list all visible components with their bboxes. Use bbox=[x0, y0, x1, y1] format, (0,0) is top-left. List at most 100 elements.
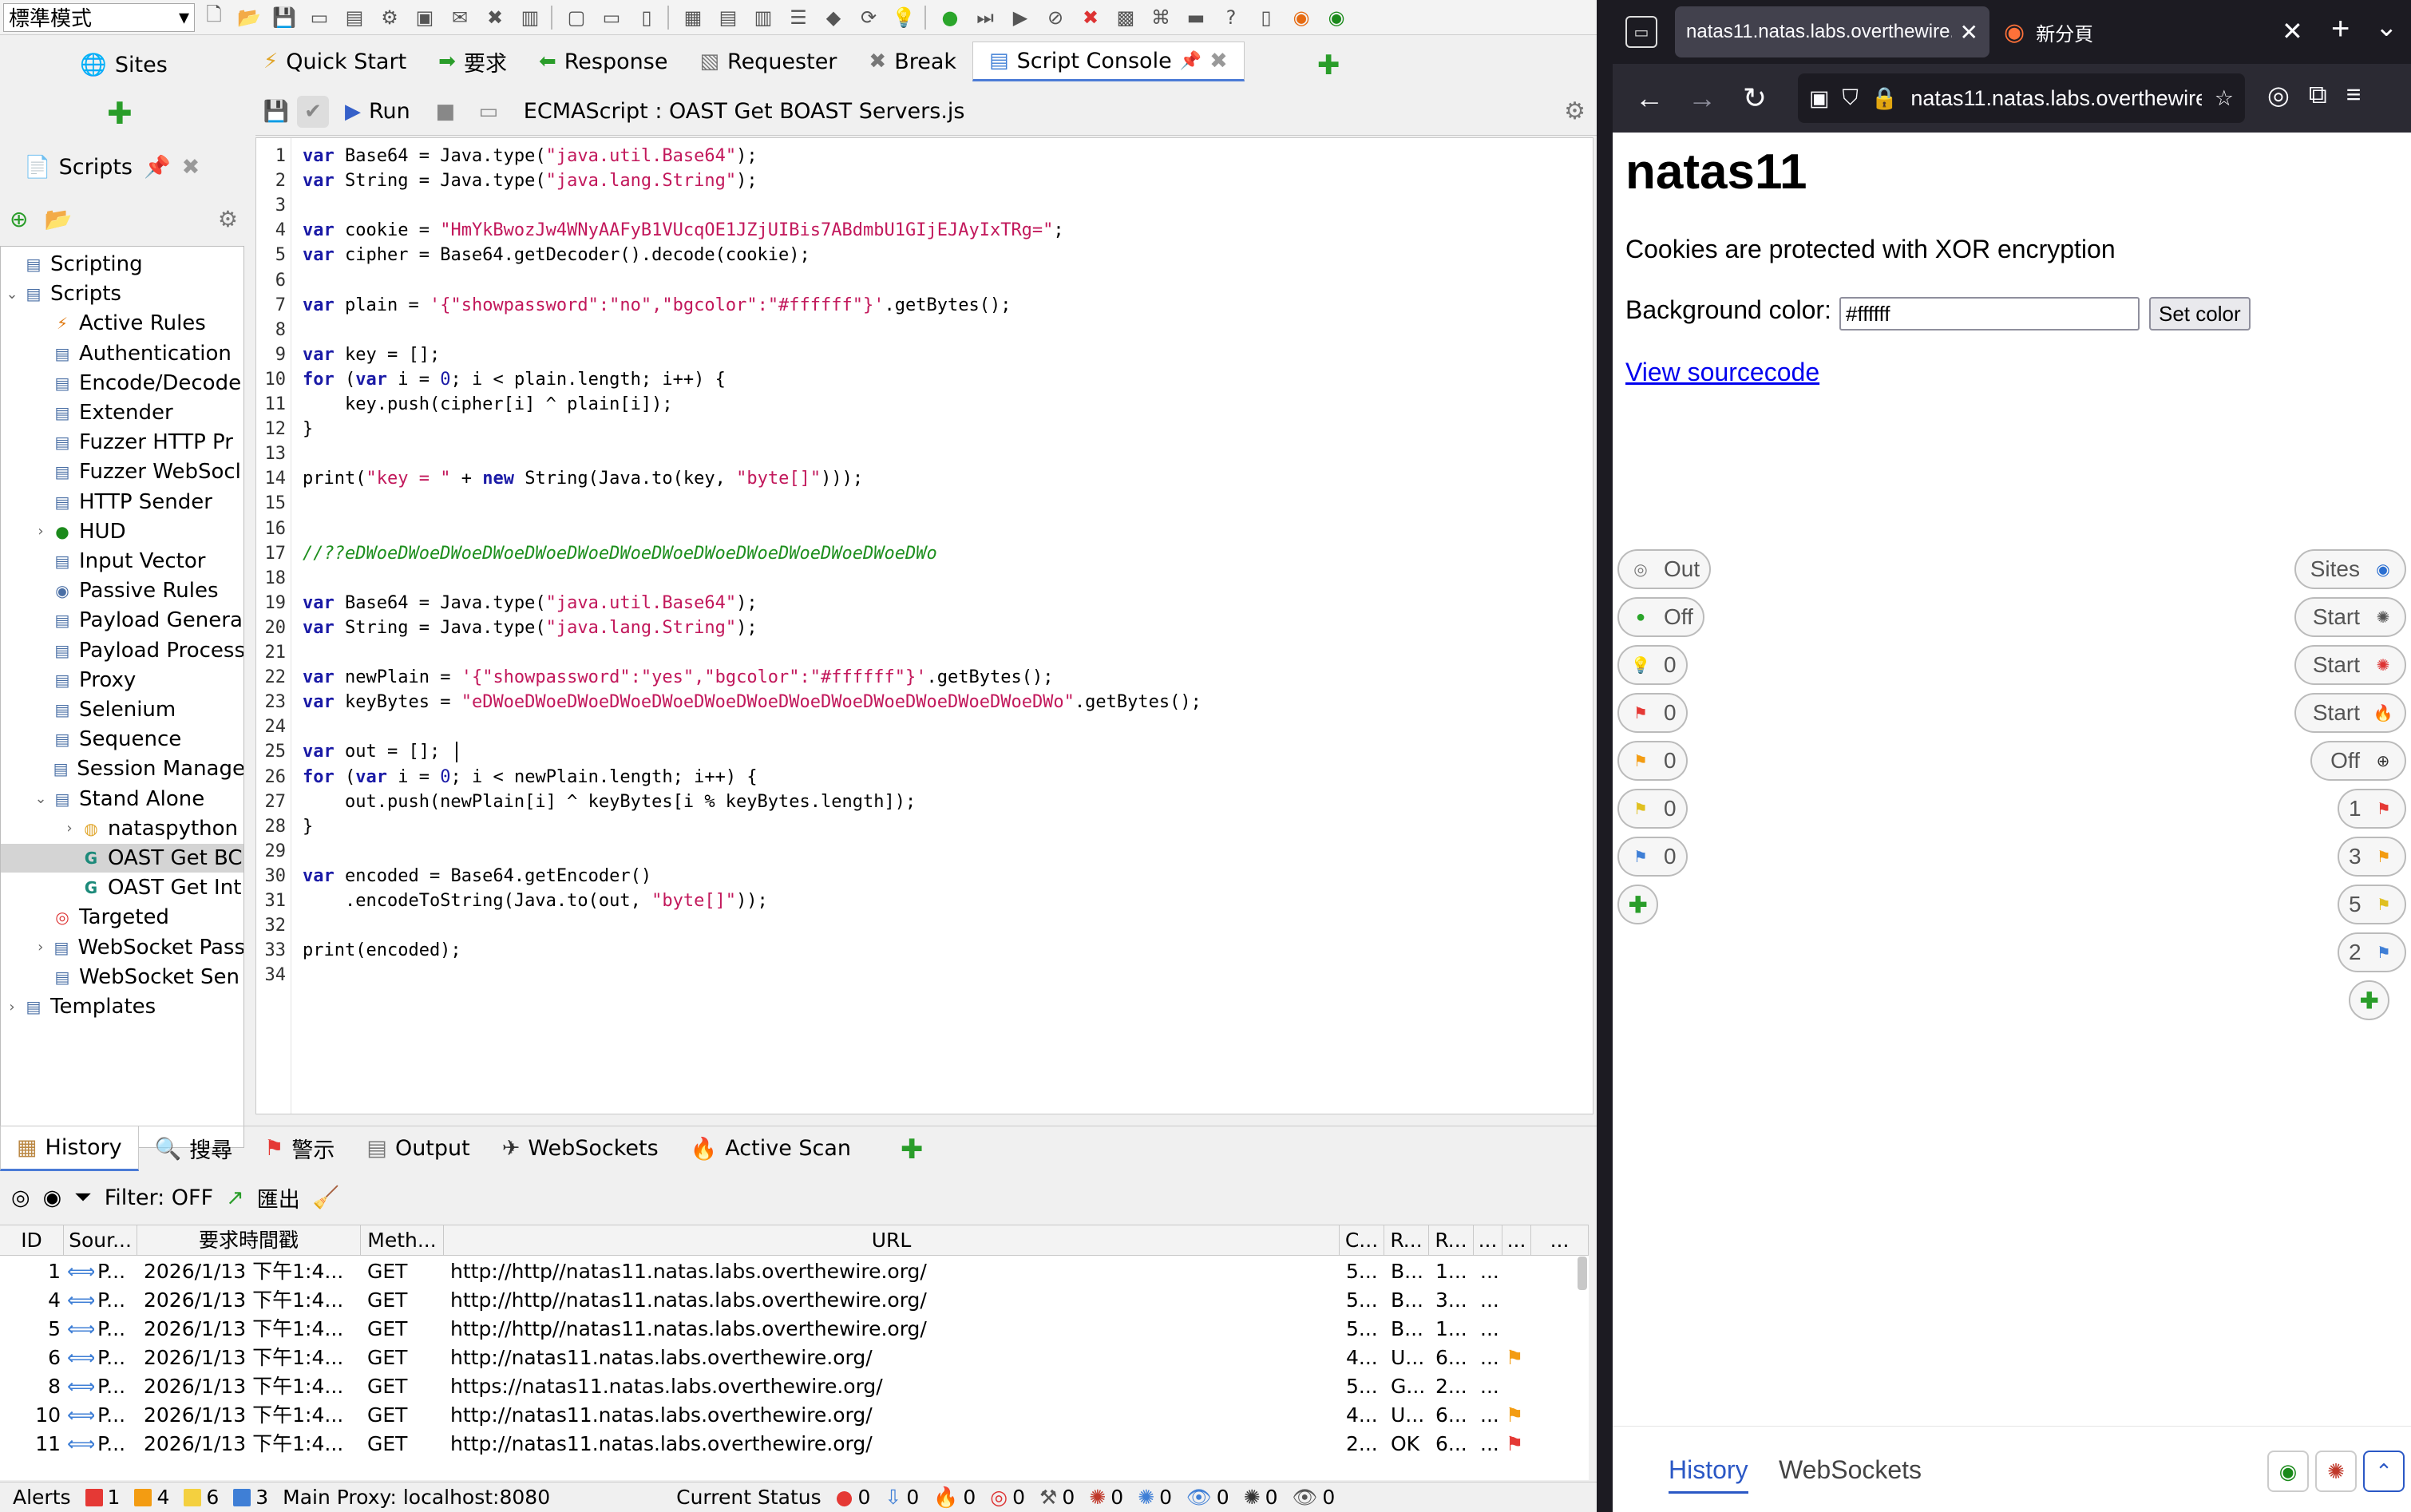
list-tabs-icon[interactable]: ⌄ bbox=[2375, 11, 2398, 43]
bulb-icon[interactable]: 💡 bbox=[888, 3, 920, 32]
tab-output[interactable]: ▤ Output bbox=[350, 1126, 485, 1171]
table-row[interactable]: 4 P... 2026/1/13 下午1:4... GET http://http//n… bbox=[0, 1286, 1589, 1315]
tree-item[interactable]: ▤ Sequence bbox=[1, 725, 243, 754]
tree-item[interactable]: › ◍ nataspython bbox=[1, 814, 243, 843]
tree-item[interactable]: ▤ Authentication bbox=[1, 339, 243, 368]
gear-icon[interactable]: ⚙ bbox=[1564, 97, 1586, 125]
globe-icon[interactable]: ◉ bbox=[43, 1185, 62, 1210]
bg-color-input[interactable]: #ffffff bbox=[1839, 297, 2140, 331]
shield-icon[interactable]: ⛉ bbox=[1843, 85, 1859, 111]
new-tab-icon[interactable]: + bbox=[2331, 11, 2350, 47]
hud-left-button[interactable]: ⚑ 0 bbox=[1617, 837, 1688, 877]
hud-tab-websockets[interactable]: WebSockets bbox=[1779, 1455, 1922, 1485]
column-header[interactable]: R... bbox=[1384, 1225, 1429, 1256]
column-header[interactable]: ... bbox=[1531, 1225, 1589, 1256]
extensions-icon[interactable]: ⧉ bbox=[2309, 80, 2327, 110]
hud-left-button[interactable]: ● Off bbox=[1617, 597, 1704, 637]
hud-right-button[interactable]: Off ⊕ bbox=[2310, 741, 2406, 781]
filter-icon[interactable]: ⏷ bbox=[74, 1185, 92, 1210]
hud-right-button[interactable]: 1 ⚑ bbox=[2338, 789, 2406, 829]
tree-item[interactable]: ▤ Selenium bbox=[1, 695, 243, 724]
tree-item[interactable]: ▤ Fuzzer HTTP Pr bbox=[1, 428, 243, 457]
snapshot-icon[interactable]: ▭ bbox=[303, 3, 335, 32]
tree-item[interactable]: ◎ Targeted bbox=[1, 903, 243, 932]
tab-quick-start[interactable]: ⚡ Quick Start bbox=[247, 42, 422, 81]
set-color-button[interactable]: Set color bbox=[2149, 297, 2251, 331]
hud-right-button[interactable]: Start ✺ bbox=[2294, 645, 2406, 685]
tree-item[interactable]: ▤ Payload Process bbox=[1, 636, 243, 665]
hud-add-icon[interactable]: ✚ bbox=[2349, 980, 2390, 1020]
scan-policy-icon[interactable]: ▬ bbox=[1180, 3, 1212, 32]
tree-item[interactable]: ▤ Fuzzer WebSocl bbox=[1, 457, 243, 486]
tab-response[interactable]: ⬅ Response bbox=[523, 42, 683, 81]
column-header[interactable]: Sour... bbox=[64, 1225, 137, 1256]
tree-item[interactable]: ▤ Extender bbox=[1, 398, 243, 427]
column-header[interactable]: ... bbox=[1502, 1225, 1531, 1256]
tab-requester[interactable]: ▧ Requester bbox=[683, 42, 853, 81]
reload-icon[interactable]: ↻ bbox=[1739, 81, 1771, 115]
tree-item[interactable]: › ● HUD bbox=[1, 517, 243, 546]
lock-icon[interactable]: 🔒 bbox=[1871, 85, 1898, 111]
delete-icon[interactable]: ✖ bbox=[479, 3, 511, 32]
chevron-down-icon[interactable]: ⌄ bbox=[33, 790, 49, 807]
enable-icon[interactable]: ✔ bbox=[297, 95, 329, 128]
split-icon[interactable]: ▤ bbox=[712, 3, 744, 32]
gear-icon[interactable]: ⚙ bbox=[218, 206, 238, 232]
tab-active-scan[interactable]: 🔥 Active Scan bbox=[675, 1126, 867, 1171]
open-session-icon[interactable]: 📂 bbox=[233, 3, 265, 32]
encode-icon[interactable]: ▩ bbox=[1110, 3, 1142, 32]
hud-right-button[interactable]: 3 ⚑ bbox=[2338, 837, 2406, 877]
close-tab-icon[interactable]: ✕ bbox=[1960, 19, 1978, 46]
chevron-right-icon[interactable]: › bbox=[4, 999, 20, 1015]
close-icon[interactable]: ✖ bbox=[1075, 3, 1107, 32]
url-bar[interactable]: ▣ ⛉ 🔒 natas11.natas.labs.overthewire.org… bbox=[1798, 73, 2245, 123]
table-row[interactable]: 11 P... 2026/1/13 下午1:4... GET http://natas1… bbox=[0, 1430, 1589, 1459]
tab-websockets[interactable]: ✈ WebSockets bbox=[486, 1126, 675, 1171]
broom-icon[interactable]: 🧹 bbox=[313, 1185, 340, 1210]
chevron-down-icon[interactable]: ⌄ bbox=[4, 286, 20, 303]
close-icon[interactable]: ✖ bbox=[1209, 49, 1228, 73]
column-header[interactable]: ID bbox=[0, 1225, 64, 1256]
table-row[interactable]: 6 P... 2026/1/13 下午1:4... GET http://natas11… bbox=[0, 1344, 1589, 1372]
tree-item[interactable]: G OAST Get Int bbox=[1, 873, 243, 902]
table-row[interactable]: 5 P... 2026/1/13 下午1:4... GET http://http//n… bbox=[0, 1315, 1589, 1344]
tab-search[interactable]: 🔍 搜尋 bbox=[139, 1126, 249, 1171]
pin-icon[interactable]: 📌 bbox=[144, 154, 171, 180]
tab-overview-icon[interactable]: ▭ bbox=[1625, 16, 1657, 48]
options-icon[interactable]: ⚙ bbox=[374, 3, 406, 32]
column-header[interactable]: URL bbox=[444, 1225, 1340, 1256]
chevron-up-icon[interactable]: ⌃ bbox=[2363, 1451, 2405, 1492]
new-script-icon[interactable]: ⊕ bbox=[10, 206, 28, 232]
pin-icon[interactable]: 📌 bbox=[1180, 51, 1202, 71]
save-icon[interactable]: 💾 bbox=[260, 96, 292, 128]
save-session-icon[interactable]: 💾 bbox=[268, 3, 300, 32]
tree-item[interactable]: ▤ Scripting bbox=[1, 250, 243, 279]
alerts-low[interactable]: 6 bbox=[184, 1486, 219, 1509]
column-header[interactable]: R... bbox=[1429, 1225, 1474, 1256]
tab-history[interactable]: ▦ History bbox=[0, 1126, 139, 1171]
layout-icon[interactable]: ▣ bbox=[409, 3, 441, 32]
tree-item[interactable]: ▤ Proxy bbox=[1, 666, 243, 695]
hud-left-button[interactable]: 💡 0 bbox=[1617, 645, 1688, 685]
stop-icon[interactable]: ■ bbox=[430, 96, 461, 128]
tree-item[interactable]: ◉ Passive Rules bbox=[1, 576, 243, 605]
alerts-medium[interactable]: 4 bbox=[134, 1486, 169, 1509]
hud-tab-history[interactable]: History bbox=[1669, 1455, 1748, 1494]
add-tab-icon[interactable]: ✚ bbox=[1317, 49, 1340, 81]
step-icon[interactable]: ⏭ bbox=[969, 3, 1001, 32]
tree-item[interactable]: ▤ Encode/Decode bbox=[1, 369, 243, 398]
alerts-high[interactable]: 1 bbox=[85, 1486, 120, 1509]
hud-status-icon[interactable]: ◉ bbox=[2267, 1451, 2309, 1492]
layout-vertical-icon[interactable]: ▯ bbox=[631, 3, 663, 32]
layout-full-icon[interactable]: ▢ bbox=[560, 3, 592, 32]
run-button[interactable]: ▶ Run bbox=[345, 99, 410, 124]
tab-natas11[interactable]: natas11.natas.labs.overthewire.org ✕ bbox=[1675, 6, 1989, 57]
hud-right-button[interactable]: Start 🔥 bbox=[2294, 693, 2406, 733]
tab-scripts[interactable]: 📄 Scripts 📌 ✖ bbox=[24, 147, 200, 187]
tree-item[interactable]: G OAST Get BC bbox=[1, 844, 243, 873]
column-header[interactable]: Meth... bbox=[361, 1225, 444, 1256]
export-icon[interactable]: ↗ bbox=[226, 1185, 244, 1210]
view-sourcecode-link[interactable]: View sourcecode bbox=[1625, 358, 1819, 387]
chevron-right-icon[interactable]: › bbox=[33, 523, 49, 540]
hud-add-icon[interactable]: ✚ bbox=[1617, 885, 1659, 924]
